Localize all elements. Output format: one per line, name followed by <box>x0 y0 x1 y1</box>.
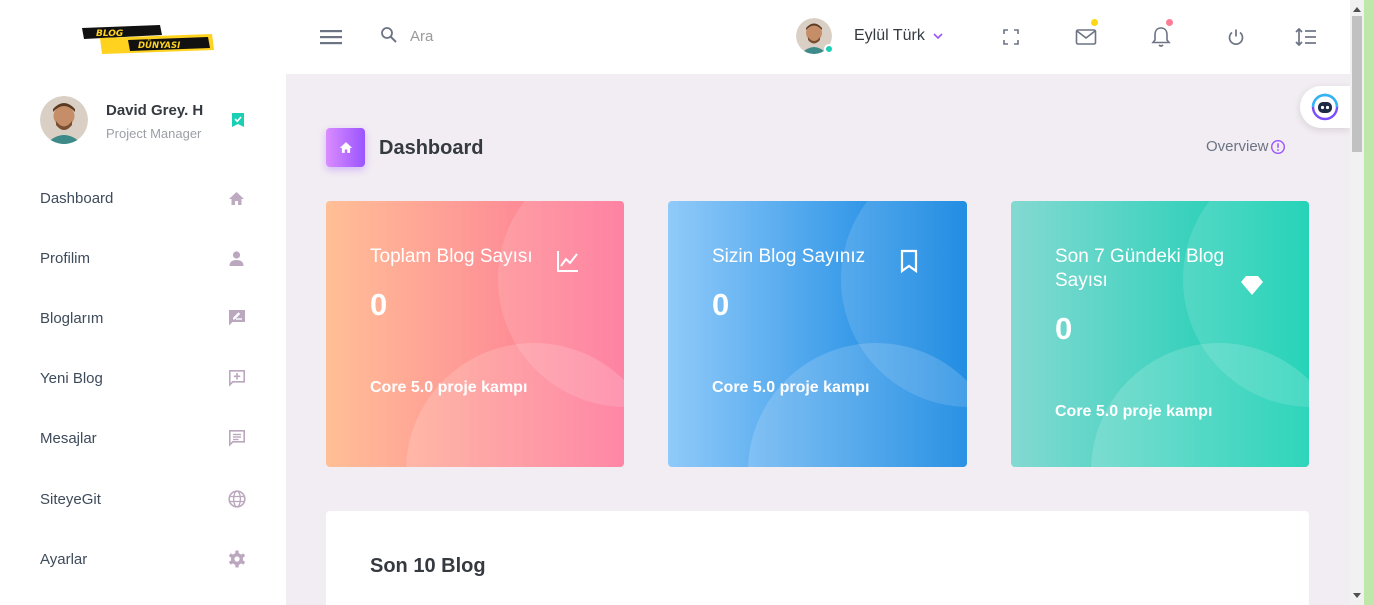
scrollbar-thumb[interactable] <box>1352 16 1362 152</box>
menu-toggle-button[interactable] <box>318 24 344 50</box>
sidebar-item-ayarlar[interactable]: Ayarlar <box>0 537 286 581</box>
chat-widget-button[interactable] <box>1300 86 1350 128</box>
card-value: 0 <box>712 287 730 322</box>
sidebar-profile[interactable]: David Grey. H Project Manager <box>40 96 250 148</box>
sidebar-item-label: Bloglarım <box>40 309 104 327</box>
recent-blogs-card: Son 10 Blog <box>326 511 1309 605</box>
card-title: Toplam Blog Sayısı <box>370 246 533 267</box>
top-navbar: BLOG DÜNYASI Eylül Türk <box>0 0 1350 74</box>
fullscreen-button[interactable] <box>998 24 1024 50</box>
settings-panel-button[interactable] <box>1293 24 1319 50</box>
page-title: Dashboard <box>379 137 484 159</box>
hamburger-icon <box>320 30 342 45</box>
notifications-button[interactable] <box>1148 19 1174 50</box>
stat-card-your-blogs: Sizin Blog Sayınız 0 Core 5.0 proje kamp… <box>668 201 967 467</box>
stat-card-total-blogs: Toplam Blog Sayısı 0 Core 5.0 proje kamp… <box>326 201 624 467</box>
info-circle-icon <box>1270 139 1285 154</box>
brand-logo[interactable]: BLOG DÜNYASI <box>76 22 216 56</box>
card-title: Sizin Blog Sayınız <box>712 246 866 267</box>
chart-line-icon <box>557 251 578 272</box>
logo-text-bottom: DÜNYASI <box>138 40 180 51</box>
search-icon <box>380 26 398 44</box>
sidebar-item-siteyegit[interactable]: SiteyeGit <box>0 477 286 521</box>
sidebar-item-dashboard[interactable]: Dashboard <box>0 176 286 220</box>
card-subtitle: Core 5.0 proje kampı <box>370 379 528 396</box>
sidebar-item-mesajlar[interactable]: Mesajlar <box>0 416 286 460</box>
sidebar-item-label: Yeni Blog <box>40 369 103 387</box>
sidebar-item-profilim[interactable]: Profilim <box>0 236 286 280</box>
mail-icon <box>1075 29 1097 45</box>
overview-label: Overview <box>1206 138 1269 155</box>
message-icon <box>227 429 246 448</box>
chevron-down-icon <box>933 33 943 40</box>
user-icon <box>227 249 246 268</box>
sidebar-profile-role: Project Manager <box>106 126 202 141</box>
logout-button[interactable] <box>1223 24 1249 50</box>
online-status-dot <box>824 44 834 54</box>
edit-message-icon <box>227 309 246 328</box>
nav-profile-name: Eylül Türk <box>854 27 925 44</box>
stat-card-last-7-days: Son 7 Gündeki Blog Sayısı 0 Core 5.0 pro… <box>1011 201 1309 467</box>
bell-icon <box>1151 27 1171 47</box>
sidebar-item-label: Ayarlar <box>40 550 88 568</box>
avatar <box>796 18 834 54</box>
card-value: 0 <box>370 287 388 322</box>
gear-icon <box>227 550 246 569</box>
diamond-icon <box>1241 276 1263 295</box>
mail-count-dot <box>1091 19 1098 26</box>
card-value: 0 <box>1055 311 1073 346</box>
power-icon <box>1228 29 1244 45</box>
sidebar-item-label: SiteyeGit <box>40 490 101 508</box>
list-settings-icon <box>1295 27 1316 47</box>
recent-blogs-title: Son 10 Blog <box>370 555 486 577</box>
scroll-up-arrow[interactable] <box>1350 2 1364 16</box>
page-home-icon <box>326 128 365 167</box>
globe-icon <box>227 490 246 509</box>
notification-count-dot <box>1166 19 1173 26</box>
sidebar: David Grey. H Project Manager Dashboard … <box>0 74 286 605</box>
fullscreen-icon <box>1003 29 1019 45</box>
sidebar-item-label: Mesajlar <box>40 429 97 447</box>
sidebar-item-label: Profilim <box>40 249 91 267</box>
bookmark-icon <box>900 249 918 273</box>
scroll-down-arrow[interactable] <box>1350 588 1364 602</box>
sidebar-profile-name: David Grey. H <box>106 102 204 119</box>
home-icon <box>227 189 246 208</box>
card-subtitle: Core 5.0 proje kampı <box>712 379 870 396</box>
search-input[interactable] <box>410 22 710 50</box>
card-subtitle: Core 5.0 proje kampı <box>1055 403 1213 420</box>
sidebar-item-yeni-blog[interactable]: Yeni Blog <box>0 356 286 400</box>
logo-text-top: BLOG <box>96 29 123 39</box>
window-edge <box>1364 0 1373 605</box>
overview-link[interactable]: Overview <box>1206 138 1286 155</box>
add-message-icon <box>227 369 246 388</box>
avatar <box>40 96 88 144</box>
sidebar-item-bloglarim[interactable]: Bloglarım <box>0 296 286 340</box>
chat-bot-icon <box>1311 93 1339 121</box>
nav-profile-dropdown[interactable]: Eylül Türk <box>796 16 945 56</box>
verified-bookmark-icon <box>232 113 244 127</box>
page-scrollbar[interactable] <box>1350 0 1364 605</box>
messages-button[interactable] <box>1073 19 1099 50</box>
sidebar-item-label: Dashboard <box>40 189 114 207</box>
card-title: Son 7 Gündeki Blog Sayısı <box>1055 246 1225 291</box>
